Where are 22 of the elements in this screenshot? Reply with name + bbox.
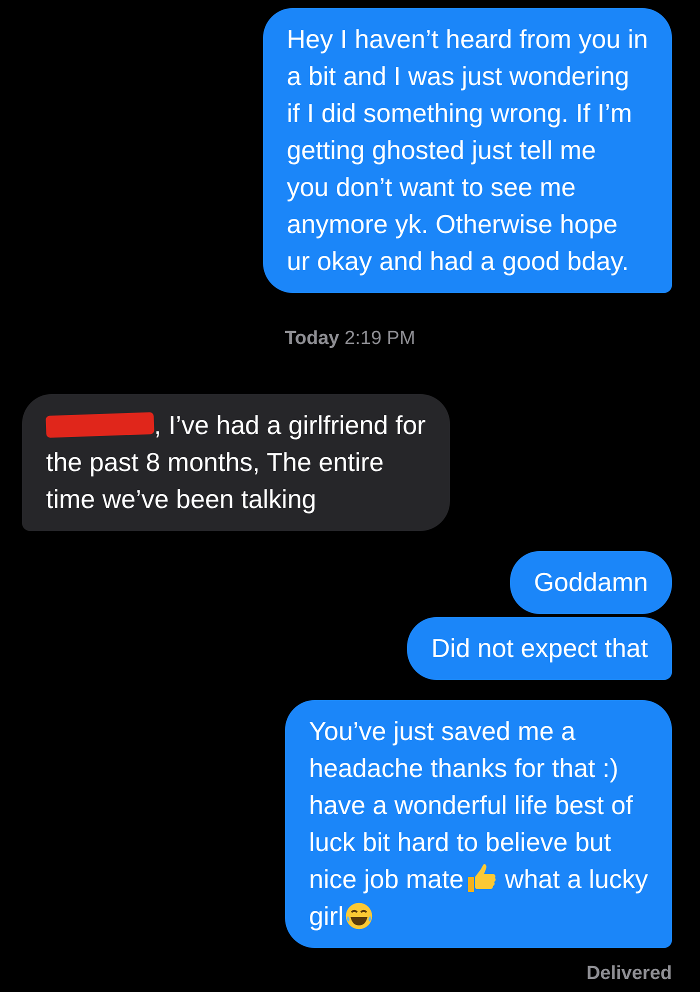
message-text: Goddamn <box>534 566 648 598</box>
message-text: what a lucky <box>504 862 648 896</box>
message-text: girl <box>309 900 344 932</box>
message-text: luck bit hard to believe but <box>309 826 612 858</box>
message-text: Hey I haven’t heard from you in <box>286 23 648 56</box>
message-text: nice job mate <box>309 862 464 896</box>
message-text: anymore yk. Otherwise hope <box>286 208 618 241</box>
timestamp: Today 2:19 PM <box>284 327 416 351</box>
message-text: You’ve just saved me a <box>309 714 576 748</box>
message-text: a bit and I was just wondering <box>286 60 630 93</box>
message-text: you don’t want to see me <box>286 171 576 204</box>
message-text: time we’ve been talking <box>46 482 316 516</box>
message-text: getting ghosted just tell me <box>286 134 596 167</box>
message-text: , I’ve had a girlfriend for <box>154 408 426 442</box>
message-text: headache thanks for that :) <box>309 752 618 784</box>
message-text: the past 8 months, The entire <box>46 446 384 478</box>
delivery-status: Delivered <box>586 962 672 986</box>
message-text: Did not expect that <box>431 632 648 664</box>
message-text: if I did something wrong. If I’m <box>286 97 632 130</box>
message-text: have a wonderful life best of <box>309 788 633 822</box>
laughing-emoji-icon <box>344 901 374 931</box>
message-text: ur okay and had a good bday. <box>286 245 629 278</box>
